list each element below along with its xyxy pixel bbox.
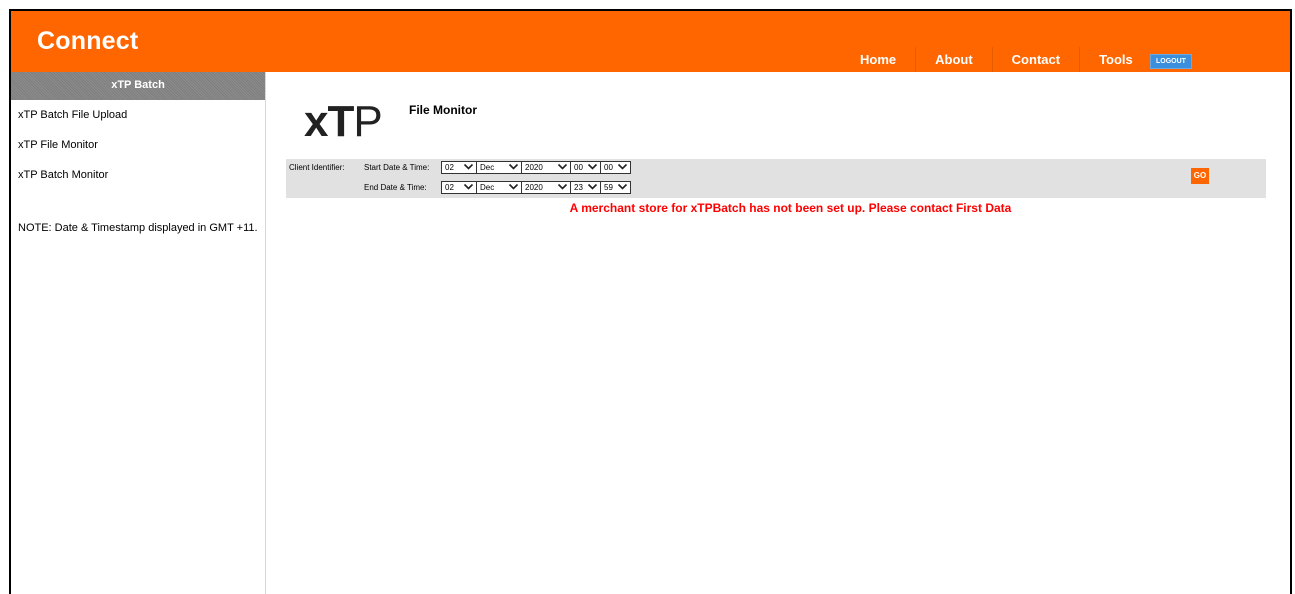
start-hour-select[interactable]: 00 [570,161,601,174]
end-month-value: Dec [480,183,495,192]
header-bar: Connect Home About Contact Tools LOGOUT [11,11,1290,72]
end-month-select[interactable]: Dec [476,181,522,194]
end-minute-value: 59 [604,183,613,192]
start-minute-value: 00 [604,163,613,172]
logo-x: x [304,97,329,146]
start-minute-select[interactable]: 00 [600,161,631,174]
end-hour-select[interactable]: 23 [570,181,601,194]
app-window: Connect Home About Contact Tools LOGOUT … [9,9,1292,594]
filter-bar: Client Identifier: Start Date & Time: En… [286,159,1266,198]
chevron-down-icon [463,183,474,190]
sidebar-item-batch-upload[interactable]: xTP Batch File Upload [11,100,265,130]
sidebar-heading: xTP Batch [11,72,265,100]
client-identifier-label: Client Identifier: [289,163,345,172]
go-button[interactable]: GO [1191,168,1209,184]
end-datetime-label: End Date & Time: [364,183,427,192]
brand-logo: Connect [37,27,139,55]
chevron-down-icon [463,163,474,170]
start-month-value: Dec [480,163,495,172]
end-day-value: 02 [445,183,454,192]
end-year-value: 2020 [525,183,543,192]
nav-about[interactable]: About [915,47,992,72]
page-title: File Monitor [409,103,477,117]
nav-contact[interactable]: Contact [991,47,1079,72]
chevron-down-icon [508,183,519,190]
start-day-value: 02 [445,163,454,172]
nav-home[interactable]: Home [841,47,915,72]
end-year-select[interactable]: 2020 [521,181,571,194]
start-day-select[interactable]: 02 [441,161,477,174]
start-year-value: 2020 [525,163,543,172]
chevron-down-icon [587,183,598,190]
start-month-select[interactable]: Dec [476,161,522,174]
start-hour-value: 00 [574,163,583,172]
error-message: A merchant store for xTPBatch has not be… [569,201,1012,215]
logo-t: T [327,97,354,146]
sidebar-item-file-monitor[interactable]: xTP File Monitor [11,130,265,160]
chevron-down-icon [617,183,628,190]
nav-tools[interactable]: Tools [1079,47,1152,72]
timezone-note: NOTE: Date & Timestamp displayed in GMT … [18,222,258,234]
chevron-down-icon [587,163,598,170]
end-hour-value: 23 [574,183,583,192]
start-year-select[interactable]: 2020 [521,161,571,174]
sidebar-item-batch-monitor[interactable]: xTP Batch Monitor [11,160,265,190]
sidebar: xTP Batch xTP Batch File Upload xTP File… [11,72,266,594]
logout-button[interactable]: LOGOUT [1150,54,1192,69]
end-minute-select[interactable]: 59 [600,181,631,194]
start-datetime-label: Start Date & Time: [364,163,430,172]
end-day-select[interactable]: 02 [441,181,477,194]
xtp-logo: xTP [304,97,383,147]
chevron-down-icon [617,163,628,170]
chevron-down-icon [557,183,568,190]
chevron-down-icon [557,163,568,170]
logo-p: P [353,97,382,146]
top-nav: Home About Contact Tools [841,47,1152,72]
chevron-down-icon [508,163,519,170]
